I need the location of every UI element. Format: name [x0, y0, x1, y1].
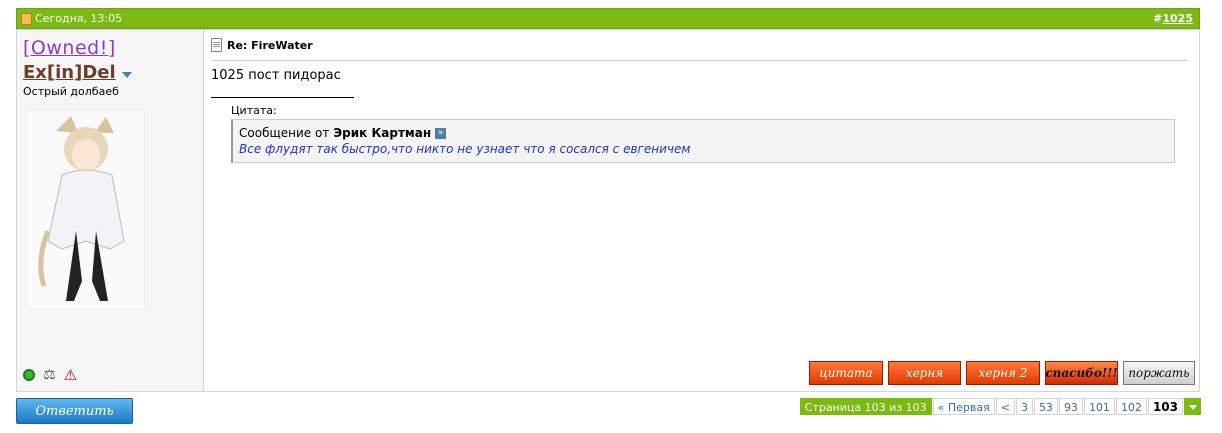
message-title-text: Re: FireWater: [227, 38, 313, 52]
report-warning-icon[interactable]: ⚠: [64, 366, 77, 384]
quote-from-prefix: Сообщение от: [239, 126, 330, 140]
message-text: 1025 пост пидорас: [211, 68, 341, 83]
user-rank: Острый долбаеб: [23, 85, 119, 98]
pagination: Страница 103 из 103 « Первая < 3 53 93 1…: [799, 398, 1201, 415]
post-number-prefix: #: [1153, 12, 1163, 25]
reply-button[interactable]: Ответить: [16, 398, 133, 424]
reputation-icon[interactable]: ⚖: [43, 367, 56, 383]
herny-2-button[interactable]: херня 2: [966, 361, 1040, 385]
message-column: Re: FireWater 1025 пост пидорас Цитата: …: [205, 30, 1199, 391]
post-action-buttons: цитата херня херня 2 спасибо!!! поржать: [809, 361, 1195, 385]
quote-from: Сообщение от Эрик Картман »: [239, 126, 447, 140]
pagination-page[interactable]: 53: [1033, 398, 1058, 415]
thanks-button[interactable]: спасибо!!!: [1045, 361, 1118, 385]
quote-button[interactable]: цитата: [809, 361, 883, 385]
post-number-link[interactable]: 1025: [1162, 12, 1193, 25]
quote-box: Сообщение от Эрик Картман » Все флудят т…: [231, 119, 1175, 163]
user-info: [Owned!] Ex[in]Del Острый долбаеб ⚖ ⚠: [17, 30, 204, 391]
avatar: [25, 110, 145, 310]
post-body: [Owned!] Ex[in]Del Острый долбаеб ⚖ ⚠ Re…: [16, 29, 1200, 392]
pagination-first[interactable]: « Первая: [932, 398, 995, 415]
post-status-icon: [21, 12, 32, 25]
quote-text: Все флудят так быстро,что никто не узнае…: [239, 142, 691, 156]
post-date: Сегодня, 13:05: [21, 12, 122, 25]
quote-author: Эрик Картман: [333, 126, 432, 140]
username-link[interactable]: Ex[in]Del: [23, 62, 116, 83]
pagination-menu-chevron-down-icon[interactable]: [1184, 398, 1201, 415]
pagination-page[interactable]: 3: [1015, 398, 1033, 415]
divider: [211, 60, 1187, 61]
user-status-icons: ⚖ ⚠: [23, 366, 77, 384]
online-status-icon: [23, 369, 35, 381]
user-menu-arrow-icon[interactable]: [121, 71, 132, 78]
pagination-page[interactable]: 102: [1115, 398, 1147, 415]
post-date-text: Сегодня, 13:05: [35, 12, 123, 25]
pagination-page[interactable]: 93: [1058, 398, 1083, 415]
message-title: Re: FireWater: [211, 38, 313, 52]
pagination-prev[interactable]: <: [995, 398, 1015, 415]
pagination-current: 103: [1147, 398, 1183, 415]
pagination-label: Страница 103 из 103: [799, 398, 932, 415]
user-name[interactable]: Ex[in]Del: [23, 62, 132, 83]
post-number: #1025: [1153, 12, 1193, 25]
document-icon: [211, 38, 222, 52]
post-header: Сегодня, 13:05 #1025: [16, 8, 1200, 29]
herny-button[interactable]: херня: [888, 361, 961, 385]
quote-label: Цитата:: [231, 104, 277, 117]
avatar-image: [38, 116, 125, 301]
pagination-page[interactable]: 101: [1083, 398, 1115, 415]
signature-divider: [211, 97, 354, 98]
laugh-button[interactable]: поржать: [1123, 361, 1195, 385]
user-title[interactable]: [Owned!]: [23, 37, 116, 59]
goto-post-icon[interactable]: »: [435, 127, 447, 139]
